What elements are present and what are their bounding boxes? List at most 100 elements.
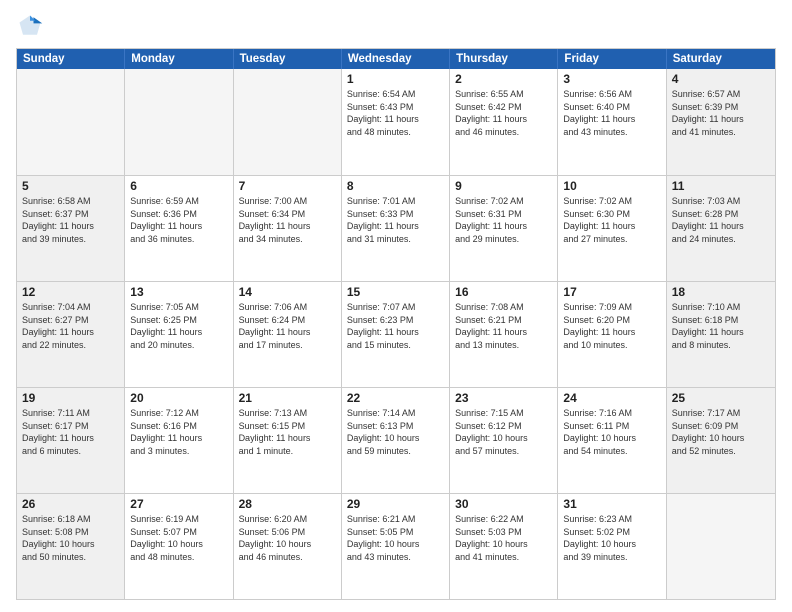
cell-details: Sunrise: 7:07 AM Sunset: 6:23 PM Dayligh… [347,301,444,351]
cell-details: Sunrise: 6:20 AM Sunset: 5:06 PM Dayligh… [239,513,336,563]
calendar-cell: 13 Sunrise: 7:05 AM Sunset: 6:25 PM Dayli… [125,282,233,387]
cell-details: Sunrise: 6:57 AM Sunset: 6:39 PM Dayligh… [672,88,770,138]
calendar-cell: 3Sunrise: 6:56 AM Sunset: 6:40 PM Daylig… [558,69,666,175]
day-number: 12 [22,285,119,299]
day-number: 7 [239,179,336,193]
calendar-cell: 20 Sunrise: 7:12 AM Sunset: 6:16 PM Dayli… [125,388,233,493]
cell-details: Sunrise: 7:12 AM Sunset: 6:16 PM Dayligh… [130,407,227,457]
calendar-cell: 31 Sunrise: 6:23 AM Sunset: 5:02 PM Dayli… [558,494,666,599]
day-number: 17 [563,285,660,299]
calendar-cell: 1 Sunrise: 6:54 AM Sunset: 6:43 PM Daylig… [342,69,450,175]
day-number: 28 [239,497,336,511]
logo [16,12,48,40]
calendar: SundayMondayTuesdayWednesdayThursdayFrid… [16,48,776,600]
weekday-header: Saturday [667,49,775,69]
cell-details: Sunrise: 7:00 AM Sunset: 6:34 PM Dayligh… [239,195,336,245]
calendar-cell: 15Sunrise: 7:07 AM Sunset: 6:23 PM Dayli… [342,282,450,387]
cell-details: Sunrise: 6:19 AM Sunset: 5:07 PM Dayligh… [130,513,227,563]
calendar-row: 19 Sunrise: 7:11 AM Sunset: 6:17 PM Dayli… [17,387,775,493]
calendar-cell [234,69,342,175]
calendar-cell: 5 Sunrise: 6:58 AM Sunset: 6:37 PM Daylig… [17,176,125,281]
calendar-cell: 14Sunrise: 7:06 AM Sunset: 6:24 PM Dayli… [234,282,342,387]
calendar-cell [17,69,125,175]
cell-details: Sunrise: 7:02 AM Sunset: 6:30 PM Dayligh… [563,195,660,245]
calendar-cell [125,69,233,175]
cell-details: Sunrise: 6:23 AM Sunset: 5:02 PM Dayligh… [563,513,660,563]
calendar-cell: 11Sunrise: 7:03 AM Sunset: 6:28 PM Dayli… [667,176,775,281]
cell-details: Sunrise: 6:21 AM Sunset: 5:05 PM Dayligh… [347,513,444,563]
calendar-cell: 24Sunrise: 7:16 AM Sunset: 6:11 PM Dayli… [558,388,666,493]
day-number: 23 [455,391,552,405]
calendar-row: 1 Sunrise: 6:54 AM Sunset: 6:43 PM Daylig… [17,69,775,175]
day-number: 31 [563,497,660,511]
day-number: 10 [563,179,660,193]
day-number: 20 [130,391,227,405]
cell-details: Sunrise: 6:56 AM Sunset: 6:40 PM Dayligh… [563,88,660,138]
calendar-row: 26Sunrise: 6:18 AM Sunset: 5:08 PM Dayli… [17,493,775,599]
calendar-cell: 22 Sunrise: 7:14 AM Sunset: 6:13 PM Dayli… [342,388,450,493]
weekday-header: Tuesday [234,49,342,69]
calendar-cell: 23 Sunrise: 7:15 AM Sunset: 6:12 PM Dayli… [450,388,558,493]
calendar-body: 1 Sunrise: 6:54 AM Sunset: 6:43 PM Daylig… [17,69,775,599]
calendar-cell: 12 Sunrise: 7:04 AM Sunset: 6:27 PM Dayli… [17,282,125,387]
day-number: 8 [347,179,444,193]
day-number: 4 [672,72,770,86]
day-number: 13 [130,285,227,299]
calendar-cell: 16 Sunrise: 7:08 AM Sunset: 6:21 PM Dayli… [450,282,558,387]
calendar-cell: 25Sunrise: 7:17 AM Sunset: 6:09 PM Dayli… [667,388,775,493]
day-number: 30 [455,497,552,511]
day-number: 16 [455,285,552,299]
calendar-cell: 10 Sunrise: 7:02 AM Sunset: 6:30 PM Dayli… [558,176,666,281]
logo-icon [16,12,44,40]
cell-details: Sunrise: 7:04 AM Sunset: 6:27 PM Dayligh… [22,301,119,351]
cell-details: Sunrise: 6:54 AM Sunset: 6:43 PM Dayligh… [347,88,444,138]
cell-details: Sunrise: 7:13 AM Sunset: 6:15 PM Dayligh… [239,407,336,457]
weekday-header: Sunday [17,49,125,69]
day-number: 21 [239,391,336,405]
weekday-header: Thursday [450,49,558,69]
cell-details: Sunrise: 7:10 AM Sunset: 6:18 PM Dayligh… [672,301,770,351]
day-number: 18 [672,285,770,299]
calendar-row: 5 Sunrise: 6:58 AM Sunset: 6:37 PM Daylig… [17,175,775,281]
day-number: 27 [130,497,227,511]
calendar-cell: 8 Sunrise: 7:01 AM Sunset: 6:33 PM Daylig… [342,176,450,281]
cell-details: Sunrise: 6:22 AM Sunset: 5:03 PM Dayligh… [455,513,552,563]
calendar-cell: 21 Sunrise: 7:13 AM Sunset: 6:15 PM Dayli… [234,388,342,493]
calendar-cell: 9 Sunrise: 7:02 AM Sunset: 6:31 PM Daylig… [450,176,558,281]
calendar-cell: 4 Sunrise: 6:57 AM Sunset: 6:39 PM Daylig… [667,69,775,175]
cell-details: Sunrise: 7:08 AM Sunset: 6:21 PM Dayligh… [455,301,552,351]
cell-details: Sunrise: 7:05 AM Sunset: 6:25 PM Dayligh… [130,301,227,351]
calendar-cell: 7 Sunrise: 7:00 AM Sunset: 6:34 PM Daylig… [234,176,342,281]
day-number: 2 [455,72,552,86]
day-number: 5 [22,179,119,193]
day-number: 9 [455,179,552,193]
header [16,12,776,40]
day-number: 26 [22,497,119,511]
weekday-header: Wednesday [342,49,450,69]
weekday-header: Friday [558,49,666,69]
calendar-row: 12 Sunrise: 7:04 AM Sunset: 6:27 PM Dayli… [17,281,775,387]
cell-details: Sunrise: 7:17 AM Sunset: 6:09 PM Dayligh… [672,407,770,457]
calendar-cell: 26Sunrise: 6:18 AM Sunset: 5:08 PM Dayli… [17,494,125,599]
cell-details: Sunrise: 7:11 AM Sunset: 6:17 PM Dayligh… [22,407,119,457]
calendar-cell [667,494,775,599]
cell-details: Sunrise: 7:14 AM Sunset: 6:13 PM Dayligh… [347,407,444,457]
cell-details: Sunrise: 7:01 AM Sunset: 6:33 PM Dayligh… [347,195,444,245]
cell-details: Sunrise: 6:58 AM Sunset: 6:37 PM Dayligh… [22,195,119,245]
cell-details: Sunrise: 7:02 AM Sunset: 6:31 PM Dayligh… [455,195,552,245]
calendar-cell: 17 Sunrise: 7:09 AM Sunset: 6:20 PM Dayli… [558,282,666,387]
calendar-cell: 18 Sunrise: 7:10 AM Sunset: 6:18 PM Dayli… [667,282,775,387]
day-number: 1 [347,72,444,86]
cell-details: Sunrise: 7:03 AM Sunset: 6:28 PM Dayligh… [672,195,770,245]
calendar-cell: 2Sunrise: 6:55 AM Sunset: 6:42 PM Daylig… [450,69,558,175]
cell-details: Sunrise: 7:09 AM Sunset: 6:20 PM Dayligh… [563,301,660,351]
day-number: 29 [347,497,444,511]
cell-details: Sunrise: 7:15 AM Sunset: 6:12 PM Dayligh… [455,407,552,457]
day-number: 22 [347,391,444,405]
cell-details: Sunrise: 7:16 AM Sunset: 6:11 PM Dayligh… [563,407,660,457]
day-number: 19 [22,391,119,405]
calendar-cell: 19 Sunrise: 7:11 AM Sunset: 6:17 PM Dayli… [17,388,125,493]
calendar-cell: 30 Sunrise: 6:22 AM Sunset: 5:03 PM Dayli… [450,494,558,599]
day-number: 6 [130,179,227,193]
weekday-header: Monday [125,49,233,69]
